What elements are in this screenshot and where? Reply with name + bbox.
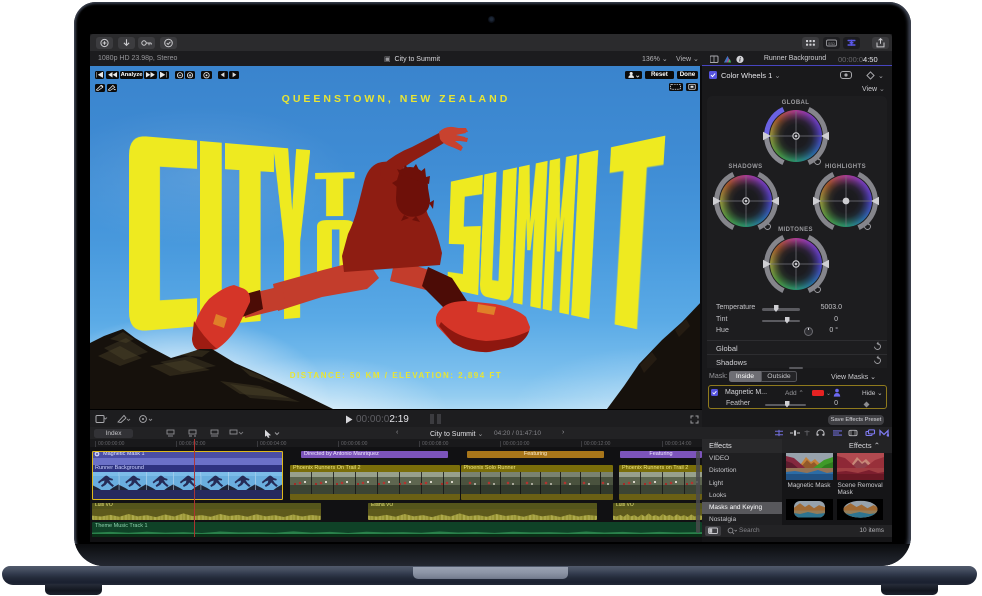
svg-text:SSD: SSD: [828, 42, 836, 46]
